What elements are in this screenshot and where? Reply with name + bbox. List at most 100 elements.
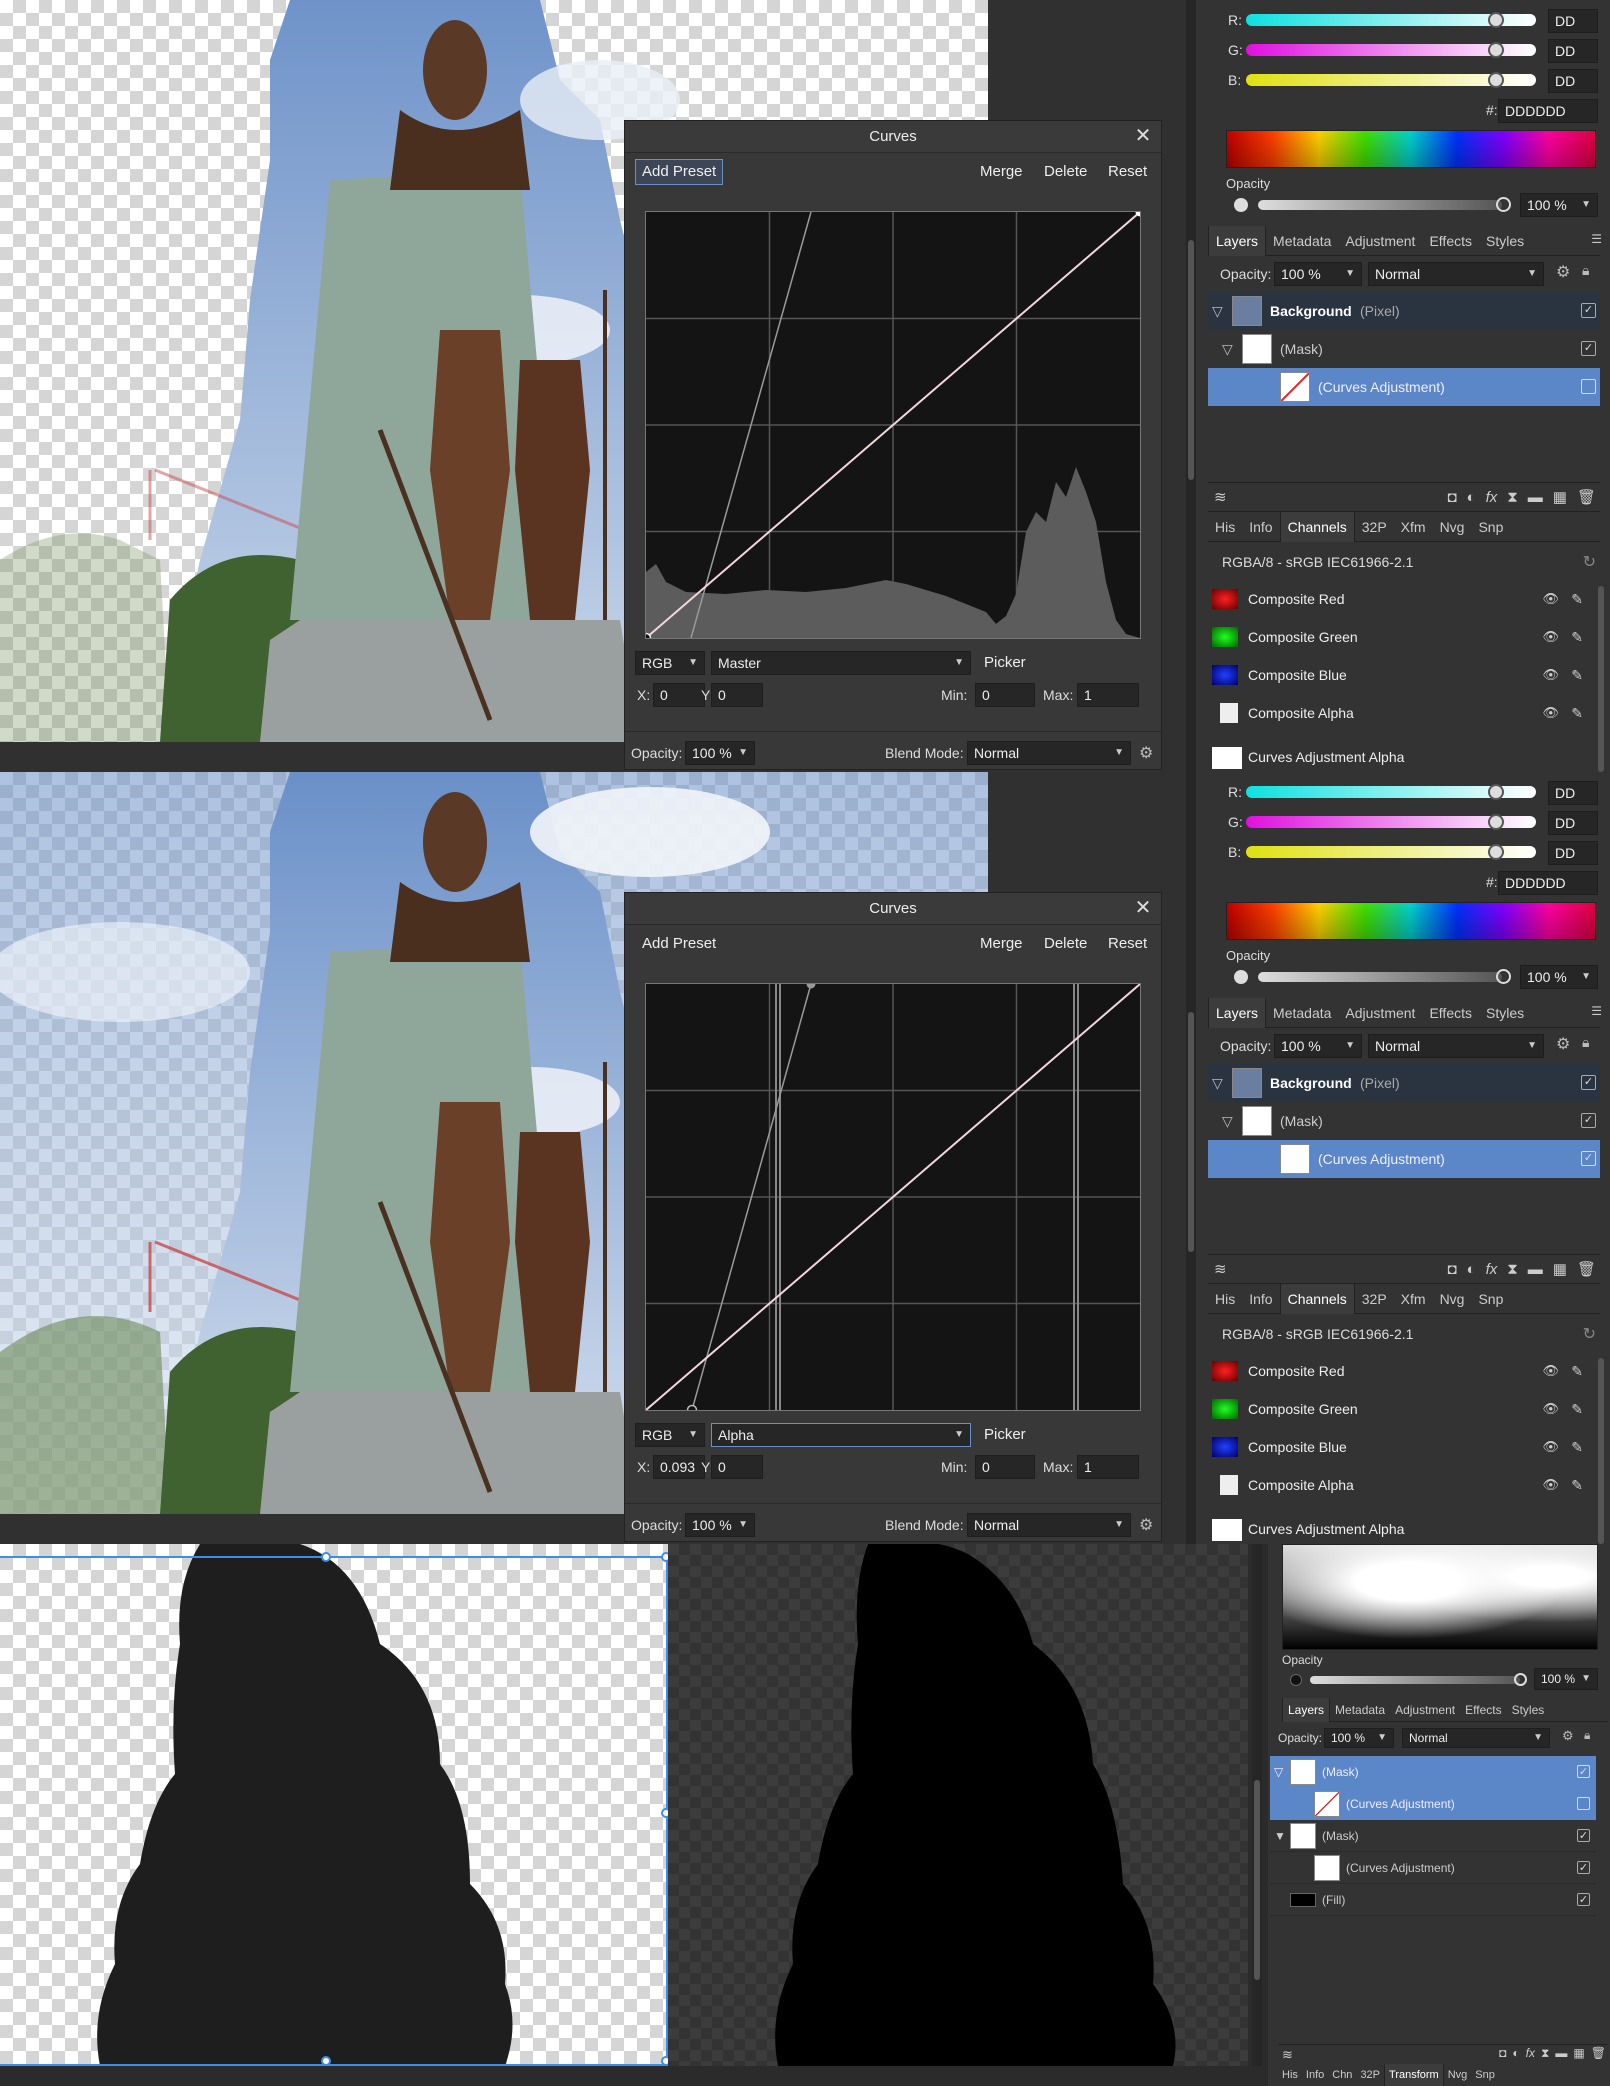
opacity-slider[interactable] <box>1258 200 1502 210</box>
layer-row-curves-selected[interactable]: (Curves Adjustment) <box>1270 1788 1596 1820</box>
tab-adjustment[interactable]: Adjustment <box>1390 1698 1460 1722</box>
expand-icon[interactable]: ▽ <box>1212 292 1223 330</box>
tab-navigator[interactable]: Nvg <box>1433 1284 1472 1314</box>
opacity-slider-knob[interactable] <box>1496 969 1511 984</box>
channel-mode-select[interactable]: RGB ▼ <box>635 651 705 675</box>
layer-row-background[interactable]: ▽ Background (Pixel) ✓ <box>1208 292 1600 330</box>
tab-history[interactable]: His <box>1278 2064 1302 2086</box>
tab-styles[interactable]: Styles <box>1507 1698 1550 1722</box>
layers-opacity-select[interactable]: 100 % ▼ <box>1274 1034 1362 1058</box>
panel-menu-icon[interactable]: ☰ <box>1591 232 1602 246</box>
channel-row-adjustment-alpha[interactable]: Curves Adjustment Alpha <box>1208 738 1593 772</box>
opacity-slider-knob[interactable] <box>1496 197 1511 212</box>
blend-mode-select[interactable]: Normal ▼ <box>967 741 1131 765</box>
layers-blend-select[interactable]: Normal ▼ <box>1368 262 1544 286</box>
visibility-checkbox[interactable]: ✓ <box>1581 1075 1596 1090</box>
fx-icon[interactable]: fx <box>1486 489 1498 506</box>
gear-icon[interactable]: ⚙ <box>1556 1034 1570 1054</box>
pencil-icon[interactable]: ✎ <box>1571 580 1583 618</box>
layer-row-mask[interactable]: ▽ (Mask) ✓ <box>1208 330 1600 368</box>
channel-mode-select[interactable]: RGB ▼ <box>635 1423 705 1447</box>
expand-icon[interactable]: ▽ <box>1222 330 1233 368</box>
color-spectrum[interactable] <box>1226 902 1596 940</box>
fx-icon[interactable]: fx <box>1486 1261 1498 1278</box>
layers-opacity-select[interactable]: 100 % ▼ <box>1324 1728 1394 1748</box>
scrollbar-thumb[interactable] <box>1254 1780 1260 1980</box>
b-slider-knob[interactable] <box>1488 72 1504 88</box>
tab-metadata[interactable]: Metadata <box>1266 998 1338 1028</box>
pencil-icon[interactable]: ✎ <box>1571 694 1583 732</box>
tab-channels[interactable]: Chn <box>1328 2064 1356 2086</box>
layer-row-mask-selected[interactable]: ▽ (Mask) ✓ <box>1270 1756 1596 1788</box>
grid-icon[interactable]: ▦ <box>1553 1260 1567 1278</box>
refresh-icon[interactable]: ↻ <box>1583 1324 1596 1344</box>
selection-handle-top[interactable] <box>321 1552 331 1562</box>
delete-button[interactable]: Delete <box>1037 931 1094 957</box>
visibility-checkbox[interactable]: ✓ <box>1577 1829 1590 1842</box>
live-filter-icon[interactable]: ⧗ <box>1507 489 1518 506</box>
tab-adjustment[interactable]: Adjustment <box>1338 226 1422 256</box>
panel-scrollbar[interactable] <box>1186 772 1196 1544</box>
lock-icon[interactable]: 🔒︎ <box>1582 262 1589 279</box>
folder-icon[interactable]: ▬ <box>1528 1261 1543 1278</box>
tab-info[interactable]: Info <box>1242 1284 1279 1314</box>
tab-snapshots[interactable]: Snp <box>1471 512 1510 542</box>
layer-row-curves[interactable]: (Curves Adjustment) ✓ <box>1208 1140 1600 1178</box>
tab-transform[interactable]: Transform <box>1384 2064 1444 2086</box>
channel-row-blue[interactable]: Composite Blue 👁︎ ✎ <box>1208 656 1593 694</box>
channel-row-alpha[interactable]: Composite Alpha 👁︎ ✎ <box>1208 1466 1593 1504</box>
tab-styles[interactable]: Styles <box>1479 998 1531 1028</box>
opacity-select[interactable]: 100 % ▼ <box>685 1513 755 1537</box>
layer-row-curves[interactable]: (Curves Adjustment) ✓ <box>1270 1852 1596 1884</box>
g-field[interactable]: DD <box>1548 39 1598 63</box>
trash-icon[interactable]: 🗑︎ <box>1591 2046 1606 2060</box>
visibility-checkbox[interactable]: ✓ <box>1577 1893 1590 1906</box>
tab-info[interactable]: Info <box>1242 512 1279 542</box>
tab-xfm[interactable]: Xfm <box>1394 512 1433 542</box>
live-filter-icon[interactable]: ⧗ <box>1507 1261 1518 1278</box>
channel-select[interactable]: Alpha ▼ <box>711 1423 971 1447</box>
expand-icon[interactable]: ▽ <box>1222 1102 1233 1140</box>
tab-history[interactable]: His <box>1208 1284 1242 1314</box>
x-field[interactable]: 0.093 <box>653 1455 705 1479</box>
folder-icon[interactable]: ▬ <box>1528 489 1543 506</box>
eye-icon[interactable]: 👁︎ <box>1542 580 1559 618</box>
scrollbar-thumb[interactable] <box>1188 240 1194 480</box>
mask-icon[interactable]: ◘ <box>1447 489 1456 506</box>
channel-row-green[interactable]: Composite Green 👁︎ ✎ <box>1208 1390 1593 1428</box>
max-field[interactable]: 1 <box>1077 683 1139 707</box>
close-icon[interactable]: ✕ <box>1133 897 1153 919</box>
tab-navigator[interactable]: Nvg <box>1433 512 1472 542</box>
channel-row-alpha[interactable]: Composite Alpha 👁︎ ✎ <box>1208 694 1593 732</box>
pencil-icon[interactable]: ✎ <box>1571 1428 1583 1466</box>
r-slider-knob[interactable] <box>1488 784 1504 800</box>
channel-row-green[interactable]: Composite Green 👁︎ ✎ <box>1208 618 1593 656</box>
g-slider-knob[interactable] <box>1488 814 1504 830</box>
channel-row-red[interactable]: Composite Red 👁︎ ✎ <box>1208 580 1593 618</box>
layer-row-background[interactable]: ▽ Background (Pixel) ✓ <box>1208 1064 1600 1102</box>
tab-32p[interactable]: 32P <box>1355 512 1394 542</box>
opacity-slider-knob[interactable] <box>1514 1673 1527 1686</box>
tab-32p[interactable]: 32P <box>1355 1284 1394 1314</box>
pencil-icon[interactable]: ✎ <box>1571 618 1583 656</box>
g-field[interactable]: DD <box>1548 811 1598 835</box>
visibility-checkbox[interactable]: ✓ <box>1577 1861 1590 1874</box>
channels-scrollbar[interactable] <box>1598 1358 1604 1544</box>
channel-select[interactable]: Master ▼ <box>711 651 971 675</box>
trash-icon[interactable]: 🗑︎ <box>1577 1260 1596 1278</box>
hex-field[interactable]: DDDDDD <box>1498 99 1598 123</box>
panel-scrollbar[interactable] <box>1252 1544 1262 2066</box>
r-field[interactable]: DD <box>1548 781 1598 805</box>
curve-graph[interactable] <box>645 983 1141 1411</box>
channel-row-adjustment-alpha[interactable]: Curves Adjustment Alpha <box>1208 1510 1593 1544</box>
reset-button[interactable]: Reset <box>1101 931 1154 957</box>
tab-adjustment[interactable]: Adjustment <box>1338 998 1422 1028</box>
grid-icon[interactable]: ▦ <box>1573 2046 1584 2060</box>
visibility-checkbox[interactable]: ✓ <box>1577 1765 1590 1778</box>
b-field[interactable]: DD <box>1548 69 1598 93</box>
gear-icon[interactable]: ⚙ <box>1139 1515 1153 1535</box>
gradient-preview[interactable] <box>1282 1544 1598 1650</box>
layers-opacity-select[interactable]: 100 % ▼ <box>1274 262 1362 286</box>
visibility-checkbox[interactable]: ✓ <box>1581 303 1596 318</box>
eye-icon[interactable]: 👁︎ <box>1542 1390 1559 1428</box>
